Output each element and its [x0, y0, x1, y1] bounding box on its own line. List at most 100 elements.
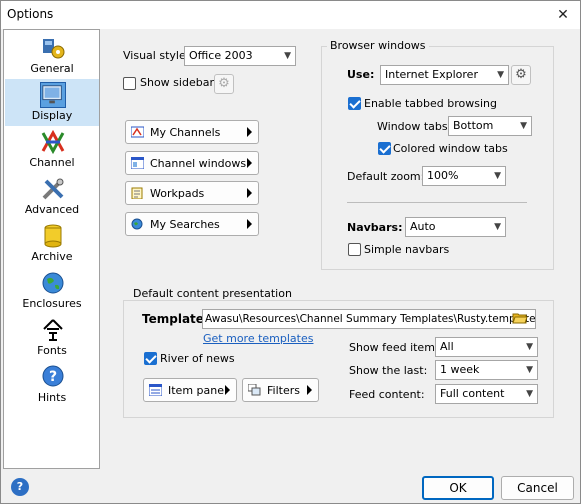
- globe-icon: [42, 272, 64, 294]
- navbars-value: Auto: [410, 220, 436, 233]
- chevron-down-icon: ▼: [284, 51, 291, 61]
- channel-windows-label: Channel windows: [150, 157, 247, 170]
- options-dialog: Options ✕ General Display Channel Advanc…: [0, 0, 581, 504]
- feed-content-select[interactable]: Full content ▼: [435, 384, 538, 404]
- chevron-down-icon: ▼: [497, 70, 504, 80]
- sidebar-item-advanced[interactable]: Advanced: [5, 173, 99, 220]
- tools-icon: [42, 178, 64, 200]
- help-icon[interactable]: ?: [11, 478, 29, 496]
- monitor-icon: [40, 82, 66, 108]
- sidebar-item-archive[interactable]: Archive: [5, 220, 99, 267]
- sidebar-item-label: Archive: [31, 250, 73, 263]
- colored-tabs-label: Colored window tabs: [393, 142, 508, 155]
- sidebar-item-display[interactable]: Display: [5, 79, 99, 126]
- show-the-last-label: Show the last:: [349, 364, 428, 377]
- menu-arrow-icon: [247, 219, 252, 229]
- hints-icon: ?: [42, 365, 64, 387]
- my-searches-button[interactable]: My Searches: [125, 212, 259, 236]
- content-presentation-title: Default content presentation: [130, 287, 295, 300]
- menu-arrow-icon: [247, 188, 252, 198]
- template-label: Template:: [142, 312, 209, 326]
- sidebar-item-fonts[interactable]: Fonts: [5, 314, 99, 361]
- get-more-templates-link[interactable]: Get more templates: [203, 332, 313, 345]
- sidebar-settings-gear-icon[interactable]: ⚙: [214, 74, 234, 94]
- channels-icon: [131, 126, 144, 138]
- display-panel: Visual style: Office 2003 ▼ Show sidebar…: [101, 29, 579, 469]
- window-tabs-label: Window tabs:: [377, 120, 452, 133]
- sidebar-item-label: Channel: [29, 156, 75, 169]
- workpads-button[interactable]: Workpads: [125, 181, 259, 205]
- sidebar-item-label: Fonts: [37, 344, 67, 357]
- navbars-label: Navbars:: [347, 221, 403, 234]
- menu-arrow-icon: [307, 385, 312, 395]
- feed-content-value: Full content: [440, 387, 505, 400]
- menu-arrow-icon: [247, 127, 252, 137]
- window-tabs-value: Bottom: [453, 119, 494, 132]
- filters-button[interactable]: Filters: [242, 378, 319, 402]
- my-searches-label: My Searches: [150, 218, 220, 231]
- browser-windows-title: Browser windows: [327, 39, 429, 52]
- show-the-last-select[interactable]: 1 week ▼: [435, 360, 538, 380]
- show-sidebar-checkbox[interactable]: [123, 77, 136, 90]
- menu-arrow-icon: [247, 158, 252, 168]
- simple-navbars-checkbox[interactable]: [348, 243, 361, 256]
- show-feed-items-select[interactable]: All ▼: [435, 337, 538, 357]
- window-tabs-select[interactable]: Bottom ▼: [448, 116, 532, 136]
- tabbed-browsing-checkbox[interactable]: [348, 97, 361, 110]
- sidebar-item-label: General: [30, 62, 74, 75]
- show-sidebar-label: Show sidebar: [140, 76, 214, 89]
- browser-settings-gear-icon[interactable]: ⚙: [511, 65, 531, 85]
- my-channels-button[interactable]: My Channels: [125, 120, 259, 144]
- navbars-select[interactable]: Auto ▼: [405, 217, 506, 237]
- browser-use-value: Internet Explorer: [385, 68, 478, 81]
- window-icon: [131, 157, 144, 169]
- default-zoom-value: 100%: [427, 169, 459, 182]
- sidebar-item-general[interactable]: General: [5, 32, 99, 79]
- divider: [347, 202, 527, 203]
- use-label: Use:: [347, 68, 375, 81]
- general-icon: [43, 39, 65, 59]
- sidebar-item-label: Hints: [37, 391, 67, 404]
- channel-windows-button[interactable]: Channel windows: [125, 151, 259, 175]
- show-feed-items-label: Show feed items:: [349, 341, 445, 354]
- sidebar-item-channel[interactable]: Channel: [5, 126, 99, 173]
- chevron-down-icon: ▼: [526, 365, 533, 375]
- sidebar-item-enclosures[interactable]: Enclosures: [5, 267, 99, 314]
- chevron-down-icon: ▼: [526, 389, 533, 399]
- item-pane-button[interactable]: Item pane: [143, 378, 237, 402]
- ok-button[interactable]: OK: [422, 476, 494, 500]
- sidebar-item-label: Advanced: [24, 203, 80, 216]
- river-of-news-checkbox[interactable]: [144, 352, 157, 365]
- font-icon: [43, 319, 63, 341]
- sidebar-item-label: Enclosures: [22, 297, 82, 310]
- archive-icon: [44, 224, 62, 248]
- template-path-input[interactable]: Awasu\Resources\Channel Summary Template…: [202, 309, 536, 329]
- browser-use-select[interactable]: Internet Explorer ▼: [380, 65, 509, 85]
- workpads-label: Workpads: [150, 187, 205, 200]
- river-of-news-label: River of news: [160, 352, 235, 365]
- default-zoom-label: Default zoom:: [347, 170, 425, 183]
- menu-arrow-icon: [225, 385, 230, 395]
- close-icon[interactable]: ✕: [552, 4, 574, 26]
- default-zoom-select[interactable]: 100% ▼: [422, 166, 506, 186]
- channel-icon: [41, 129, 65, 155]
- filters-icon: [248, 384, 261, 396]
- item-pane-label: Item pane: [168, 384, 224, 397]
- sidebar-item-label: Display: [31, 109, 73, 122]
- cancel-button[interactable]: Cancel: [501, 476, 574, 500]
- sidebar-item-hints[interactable]: ? Hints: [5, 361, 99, 408]
- my-channels-label: My Channels: [150, 126, 221, 139]
- colored-tabs-checkbox[interactable]: [378, 142, 391, 155]
- folder-open-icon[interactable]: [512, 311, 528, 325]
- chevron-down-icon: ▼: [526, 342, 533, 352]
- template-path-value: Awasu\Resources\Channel Summary Template…: [205, 313, 536, 325]
- tabbed-browsing-label: Enable tabbed browsing: [364, 97, 497, 110]
- chevron-down-icon: ▼: [494, 171, 501, 181]
- chevron-down-icon: ▼: [494, 222, 501, 232]
- svg-text:?: ?: [49, 369, 57, 385]
- feed-content-label: Feed content:: [349, 388, 425, 401]
- show-feed-items-value: All: [440, 340, 454, 353]
- title-bar: Options ✕: [1, 1, 580, 29]
- workpad-icon: [131, 187, 143, 199]
- visual-style-select[interactable]: Office 2003 ▼: [184, 46, 296, 66]
